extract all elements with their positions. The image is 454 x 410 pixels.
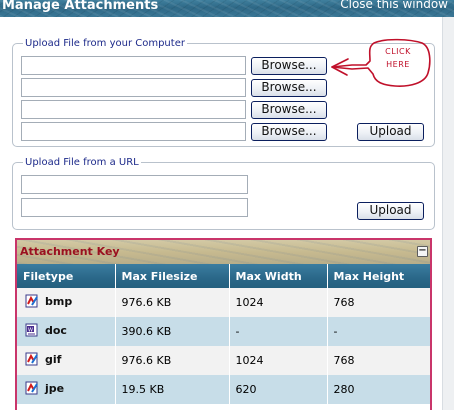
width-cell: 620 xyxy=(229,375,328,404)
filesize-cell: 976.6 KB xyxy=(115,346,230,375)
filetype-ext: doc xyxy=(45,323,67,337)
upload-url-button[interactable]: Upload xyxy=(357,202,424,220)
browse-button-4[interactable]: Browse... xyxy=(251,123,327,141)
browse-button-1[interactable]: Browse... xyxy=(251,57,327,75)
column-header-max-filesize: Max Filesize xyxy=(115,264,230,288)
image-file-icon xyxy=(25,381,38,395)
height-cell: 768 xyxy=(327,346,430,375)
window-title: Manage Attachments xyxy=(2,0,159,13)
callout-line-2: HERE xyxy=(386,60,410,69)
url-input-2[interactable] xyxy=(21,198,248,217)
scrollbar-track[interactable] xyxy=(442,17,454,410)
window-titlebar: Manage Attachments Close this window xyxy=(0,0,454,17)
height-cell: 768 xyxy=(327,288,430,317)
column-header-filetype: Filetype xyxy=(17,264,116,288)
filetype-ext: bmp xyxy=(45,294,73,308)
file-input-1[interactable] xyxy=(21,56,246,75)
width-cell: - xyxy=(229,317,328,346)
column-header-max-height: Max Height xyxy=(327,264,430,288)
browse-button-3[interactable]: Browse... xyxy=(251,101,327,119)
upload-computer-button[interactable]: Upload xyxy=(357,123,424,141)
column-header-max-width: Max Width xyxy=(229,264,328,288)
callout-line-1: CLICK xyxy=(385,47,411,56)
click-here-callout: CLICK HERE xyxy=(330,37,438,95)
attachment-key-title: Attachment Key xyxy=(20,245,120,258)
close-window-link[interactable]: Close this window xyxy=(340,0,448,11)
table-row: jpe 19.5 KB 620 280 xyxy=(17,375,430,404)
attachment-key-panel: Attachment Key − Filetype Max Filesize M… xyxy=(15,238,432,410)
width-cell: 1024 xyxy=(229,288,328,317)
table-row: W doc 390.6 KB - - xyxy=(17,317,430,346)
filesize-cell: 390.6 KB xyxy=(115,317,230,346)
file-input-4[interactable] xyxy=(21,122,246,141)
width-cell: 1024 xyxy=(229,346,328,375)
filetype-ext: jpe xyxy=(45,381,65,395)
filesize-cell: 19.5 KB xyxy=(115,375,230,404)
file-input-3[interactable] xyxy=(21,100,246,119)
browse-button-2[interactable]: Browse... xyxy=(251,79,327,97)
table-header-row: Filetype Max Filesize Max Width Max Heig… xyxy=(17,264,430,288)
upload-computer-legend: Upload File from your Computer xyxy=(23,38,187,49)
table-row: bmp 976.6 KB 1024 768 xyxy=(17,288,430,317)
upload-url-legend: Upload File from a URL xyxy=(23,157,141,168)
collapse-toggle-button[interactable]: − xyxy=(417,246,428,257)
filetype-ext: gif xyxy=(45,352,62,366)
image-file-icon xyxy=(25,352,38,366)
height-cell: 280 xyxy=(327,375,430,404)
file-input-2[interactable] xyxy=(21,78,246,97)
height-cell: - xyxy=(327,317,430,346)
table-row: gif 976.6 KB 1024 768 xyxy=(17,346,430,375)
image-file-icon xyxy=(25,294,38,308)
attachment-key-table: Filetype Max Filesize Max Width Max Heig… xyxy=(17,264,430,404)
attachment-key-header: Attachment Key − xyxy=(17,240,430,264)
svg-text:W: W xyxy=(28,327,33,333)
filesize-cell: 976.6 KB xyxy=(115,288,230,317)
word-document-icon: W xyxy=(25,323,38,337)
url-input-1[interactable] xyxy=(21,175,248,194)
